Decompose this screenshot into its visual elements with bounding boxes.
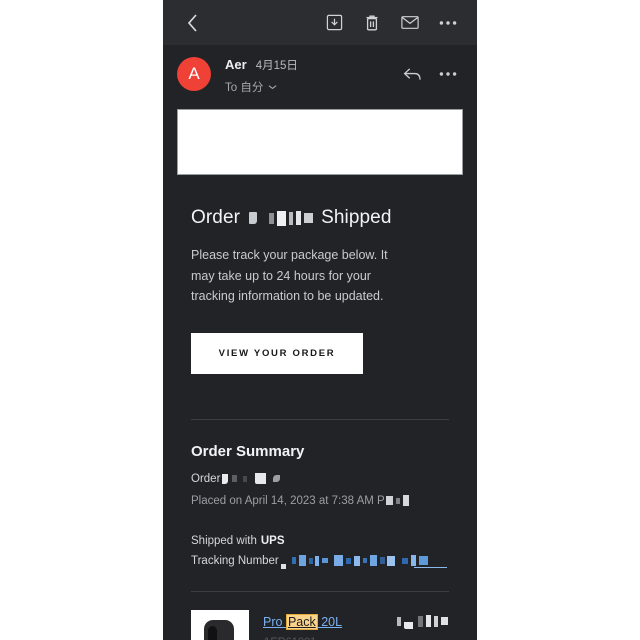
order-number-row: Order	[191, 471, 449, 487]
trash-icon[interactable]	[357, 8, 387, 38]
message-header: A Aer 4月15日 To 自分	[163, 45, 477, 103]
product-name-link[interactable]: Pro Pack 20L	[263, 613, 343, 630]
mail-unread-icon[interactable]	[395, 8, 425, 38]
view-your-order-button[interactable]: VIEW YOUR ORDER	[191, 332, 363, 374]
page-title-suffix: Shipped	[321, 207, 392, 228]
recipient-row[interactable]: To 自分	[225, 79, 391, 95]
product-name-part2: 20L	[317, 614, 343, 629]
sender-meta: Aer 4月15日 To 自分	[225, 55, 391, 95]
message-actions	[391, 55, 463, 89]
reply-arrow-icon[interactable]	[397, 59, 427, 89]
more-options-icon[interactable]	[433, 59, 463, 89]
email-app-panel: A Aer 4月15日 To 自分 Order Shipped Please t…	[163, 0, 477, 640]
redacted-tracking-number[interactable]	[280, 553, 430, 569]
order-placed-row: Placed on April 14, 2023 at 7:38 AM P	[191, 493, 449, 509]
product-price	[396, 610, 450, 631]
order-placed-text: Placed on April 14, 2023 at 7:38 AM P	[191, 494, 385, 507]
redacted-order-id	[220, 471, 281, 487]
product-name-part1: Pro	[263, 614, 286, 629]
chevron-down-icon[interactable]	[268, 82, 277, 92]
product-row: Pro Pack 20L AER61001	[191, 609, 450, 640]
product-info: Pro Pack 20L AER61001	[263, 610, 396, 640]
shipped-with-label: Shipped with	[191, 534, 257, 547]
page-title: Order Shipped	[191, 207, 449, 229]
sender-name: Aer	[225, 57, 247, 72]
backpack-thumbnail-image	[191, 609, 249, 640]
tracking-row[interactable]: Tracking Number	[191, 553, 449, 569]
section-divider	[191, 418, 449, 420]
tracking-link-underline	[414, 566, 447, 568]
redacted-order-number	[247, 210, 314, 226]
top-toolbar	[163, 0, 477, 45]
product-divider	[191, 590, 449, 592]
sender-line-primary: Aer 4月15日	[225, 57, 391, 73]
carrier-row: Shipped with UPS	[191, 535, 449, 547]
recipient-label: To 自分	[225, 82, 264, 94]
tracking-number-label: Tracking Number	[191, 554, 279, 567]
logo-banner-image	[177, 109, 463, 175]
email-body: Order Shipped Please track your package …	[163, 109, 477, 640]
backpack-shape	[204, 619, 234, 640]
product-sku: AER61001	[263, 636, 395, 640]
more-options-icon[interactable]	[433, 8, 463, 38]
back-arrow-icon[interactable]	[177, 8, 207, 38]
redacted-price	[396, 613, 450, 629]
product-sku-text: AER61001	[263, 636, 316, 640]
archive-icon[interactable]	[319, 8, 349, 38]
page-title-prefix: Order	[191, 207, 241, 228]
order-summary-heading: Order Summary	[191, 442, 305, 460]
order-number-label: Order	[191, 472, 221, 485]
body-paragraph: Please track your package below. It may …	[191, 248, 388, 303]
carrier-name: UPS	[260, 534, 285, 547]
search-highlight: Pack	[285, 613, 318, 630]
avatar: A	[177, 57, 211, 91]
email-content: Order Shipped Please track your package …	[163, 207, 477, 640]
redacted-timezone	[385, 493, 411, 509]
message-date: 4月15日	[255, 60, 298, 72]
